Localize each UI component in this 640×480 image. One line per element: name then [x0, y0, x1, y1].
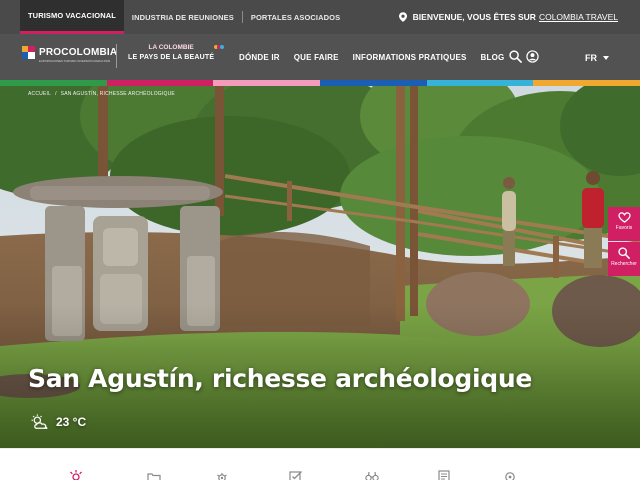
breadcrumb: ACCUEIL / SAN AGUSTÍN, RICHESSE ARCHÉOLO…: [28, 91, 175, 97]
hero-image: [0, 86, 640, 448]
hero-banner: ACCUEIL / SAN AGUSTÍN, RICHESSE ARCHÉOLO…: [0, 86, 640, 448]
campaign-line-2: LE PAYS DE LA BEAUTÉ: [128, 53, 215, 61]
breadcrumb-current: SAN AGUSTÍN, RICHESSE ARCHÉOLOGIQUE: [60, 91, 175, 97]
menu-blog[interactable]: BLOG: [474, 53, 512, 62]
welcome-message: BIENVENUE, VOUS ÊTES SUR COLOMBIA TRAVEL: [398, 0, 618, 34]
document-icon[interactable]: [436, 469, 452, 480]
menu-donde-ir[interactable]: DÓNDE IR: [232, 53, 287, 62]
site-tabs: TURISMO VACACIONAL INDUSTRIA DE REUNIONE…: [20, 0, 348, 34]
nav-divider: [116, 44, 117, 68]
search-side-label: Rechercher: [611, 261, 637, 267]
language-selector[interactable]: FR: [585, 53, 609, 63]
colombia-travel-link[interactable]: COLOMBIA TRAVEL: [539, 12, 618, 22]
location-pin-icon: [398, 12, 407, 22]
temperature-value: 23 °C: [56, 415, 87, 429]
campaign-flower-icon: [214, 45, 225, 49]
user-icon[interactable]: [526, 50, 539, 63]
compass-icon[interactable]: [502, 469, 518, 480]
main-menu: DÓNDE IR QUE FAIRE INFORMATIONS PRATIQUE…: [232, 34, 511, 80]
breadcrumb-separator: /: [55, 91, 57, 97]
menu-que-faire[interactable]: QUE FAIRE: [287, 53, 346, 62]
weather-widget: 23 °C: [30, 414, 86, 430]
menu-informations-pratiques[interactable]: INFORMATIONS PRATIQUES: [346, 53, 474, 62]
heart-icon: [617, 212, 631, 223]
search-icon[interactable]: [509, 50, 522, 63]
chevron-down-icon: [603, 56, 609, 60]
sun-icon[interactable]: [68, 469, 84, 480]
language-label: FR: [585, 53, 597, 63]
procolombia-logo[interactable]: PROCOLOMBIA EXPORTACIONES TURISMO INVERS…: [22, 46, 118, 63]
procolombia-mark-icon: [22, 46, 35, 59]
breadcrumb-home-link[interactable]: ACCUEIL: [28, 91, 51, 97]
logo-text: PROCOLOMBIA: [39, 47, 118, 58]
tab-portales-asociados[interactable]: PORTALES ASOCIADOS: [243, 0, 348, 34]
binoculars-icon[interactable]: [364, 469, 380, 480]
nav-icons: [509, 50, 539, 63]
gear-icon[interactable]: [214, 469, 230, 480]
tab-turismo-vacacional[interactable]: TURISMO VACACIONAL: [20, 0, 124, 34]
checklist-icon[interactable]: [288, 469, 304, 480]
favorites-label: Favoris: [615, 225, 633, 231]
partly-cloudy-icon: [31, 414, 48, 429]
campaign-line-1: LA COLOMBIE: [148, 44, 194, 51]
campaign-logo[interactable]: LA COLOMBIE LE PAYS DE LA BEAUTÉ: [128, 44, 225, 61]
page-title: San Agustín, richesse archéologique: [28, 364, 533, 393]
tab-industria-de-reuniones[interactable]: INDUSTRIA DE REUNIONES: [124, 0, 242, 34]
favorites-button[interactable]: Favoris: [608, 207, 640, 241]
folder-icon[interactable]: [146, 469, 162, 480]
main-navigation: PROCOLOMBIA EXPORTACIONES TURISMO INVERS…: [0, 34, 640, 80]
category-bar: [0, 448, 640, 480]
utility-bar: TURISMO VACACIONAL INDUSTRIA DE REUNIONE…: [0, 0, 640, 34]
welcome-text: BIENVENUE, VOUS ÊTES SUR: [412, 12, 536, 22]
search-icon: [618, 247, 630, 259]
search-side-button[interactable]: Rechercher: [608, 242, 640, 276]
